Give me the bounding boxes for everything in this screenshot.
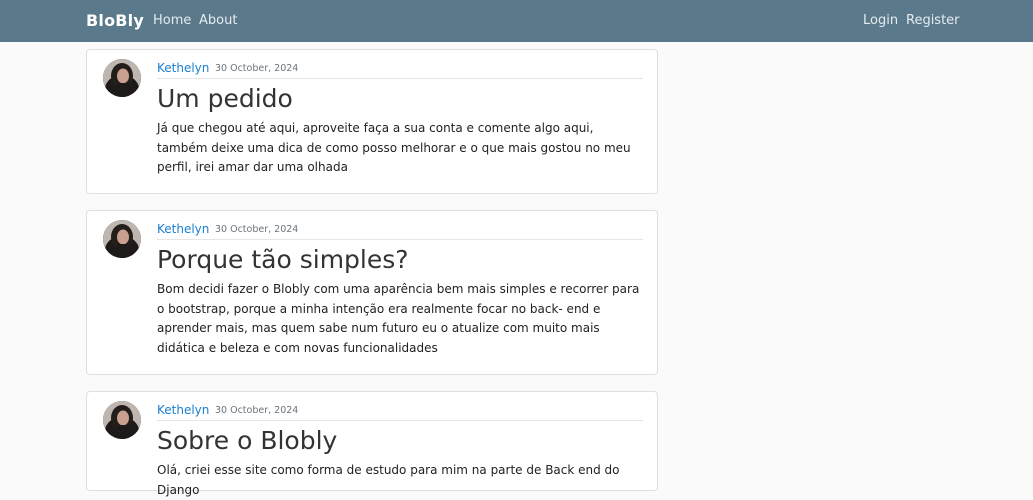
post-body: Bom decidi fazer o Blobly com uma aparên…: [157, 282, 640, 355]
post-date: 30 October, 2024: [215, 63, 299, 74]
avatar[interactable]: [103, 220, 141, 258]
post-card: Kethelyn 30 October, 2024 Sobre o Blobly…: [86, 391, 658, 497]
avatar-image: [103, 401, 141, 439]
post-card: Kethelyn 30 October, 2024 Um pedido Já q…: [86, 49, 658, 194]
brand-logo[interactable]: BloBly: [86, 11, 144, 30]
avatar[interactable]: [103, 401, 141, 439]
nav-link-home[interactable]: Home: [153, 13, 191, 28]
navbar: BloBly Home About Login Register: [0, 0, 1033, 42]
post-title[interactable]: Um pedido: [157, 84, 293, 113]
nav-link-about[interactable]: About: [199, 13, 237, 28]
post-date: 30 October, 2024: [215, 405, 299, 416]
avatar-image: [103, 59, 141, 97]
post-title[interactable]: Porque tão simples?: [157, 245, 409, 274]
post-title[interactable]: Sobre o Blobly: [157, 426, 337, 455]
post-card: Kethelyn 30 October, 2024 Porque tão sim…: [86, 210, 658, 375]
nav-link-login[interactable]: Login: [863, 13, 898, 28]
post-meta: Kethelyn 30 October, 2024: [157, 403, 643, 421]
avatar-image: [103, 220, 141, 258]
author-link[interactable]: Kethelyn: [157, 403, 209, 417]
post-body: Já que chegou até aqui, aproveite faça a…: [157, 121, 631, 174]
post-date: 30 October, 2024: [215, 224, 299, 235]
author-link[interactable]: Kethelyn: [157, 61, 209, 75]
author-link[interactable]: Kethelyn: [157, 222, 209, 236]
nav-link-register[interactable]: Register: [906, 13, 960, 28]
post-meta: Kethelyn 30 October, 2024: [157, 61, 643, 79]
post-meta: Kethelyn 30 October, 2024: [157, 222, 643, 240]
avatar[interactable]: [103, 59, 141, 97]
